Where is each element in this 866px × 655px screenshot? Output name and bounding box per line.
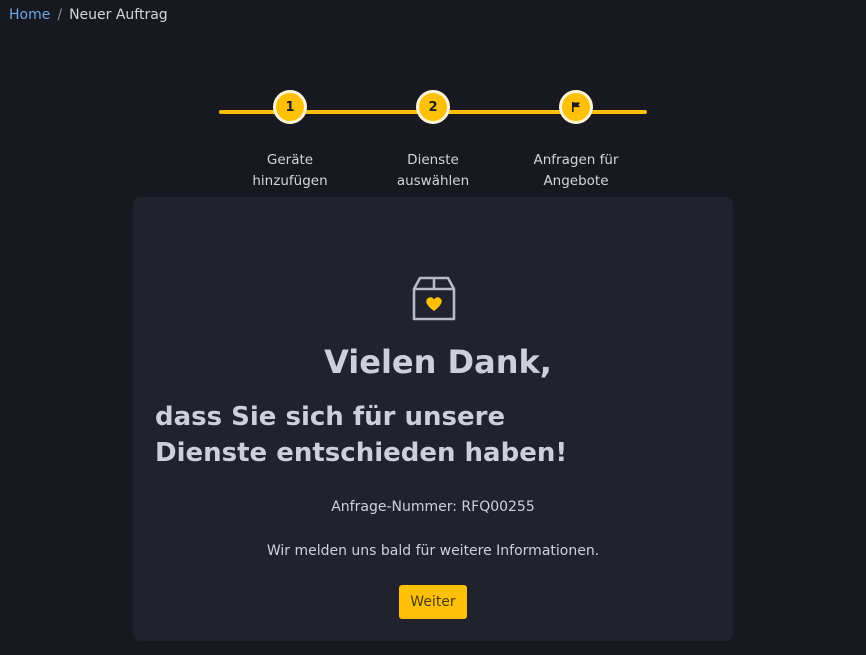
step-add-devices: 1 Geräte hinzufügen [230, 90, 350, 192]
step-request-quotes: Anfragen für Angebote [516, 90, 636, 192]
step-label: Geräte hinzufügen [252, 152, 328, 189]
step-label: Dienste auswählen [396, 152, 470, 189]
step-marker: 1 [273, 90, 307, 124]
continue-button[interactable]: Weiter [399, 585, 467, 619]
thank-you-subtitle: dass Sie sich für unsere Dienste entschi… [155, 402, 568, 468]
breadcrumb-home-link[interactable]: Home [9, 6, 50, 24]
breadcrumb: Home / Neuer Auftrag [9, 6, 168, 24]
step-marker [559, 90, 593, 124]
step-label: Anfragen für Angebote [533, 152, 619, 189]
progress-stepper: 1 Geräte hinzufügen 2 Dienste auswählen … [219, 86, 647, 196]
box-heart-icon [412, 276, 456, 321]
confirmation-card: Vielen Dank, dass Sie sich für unsere Di… [133, 197, 733, 641]
step-select-services: 2 Dienste auswählen [373, 90, 493, 192]
flag-icon [572, 102, 580, 112]
request-number: Anfrage-Nummer: RFQ00255 [331, 499, 535, 515]
info-text: Wir melden uns bald für weitere Informat… [266, 543, 600, 559]
breadcrumb-current: Neuer Auftrag [69, 7, 168, 23]
thank-you-title: Vielen Dank, [324, 343, 552, 381]
step-marker: 2 [416, 90, 450, 124]
breadcrumb-separator: / [57, 7, 63, 23]
